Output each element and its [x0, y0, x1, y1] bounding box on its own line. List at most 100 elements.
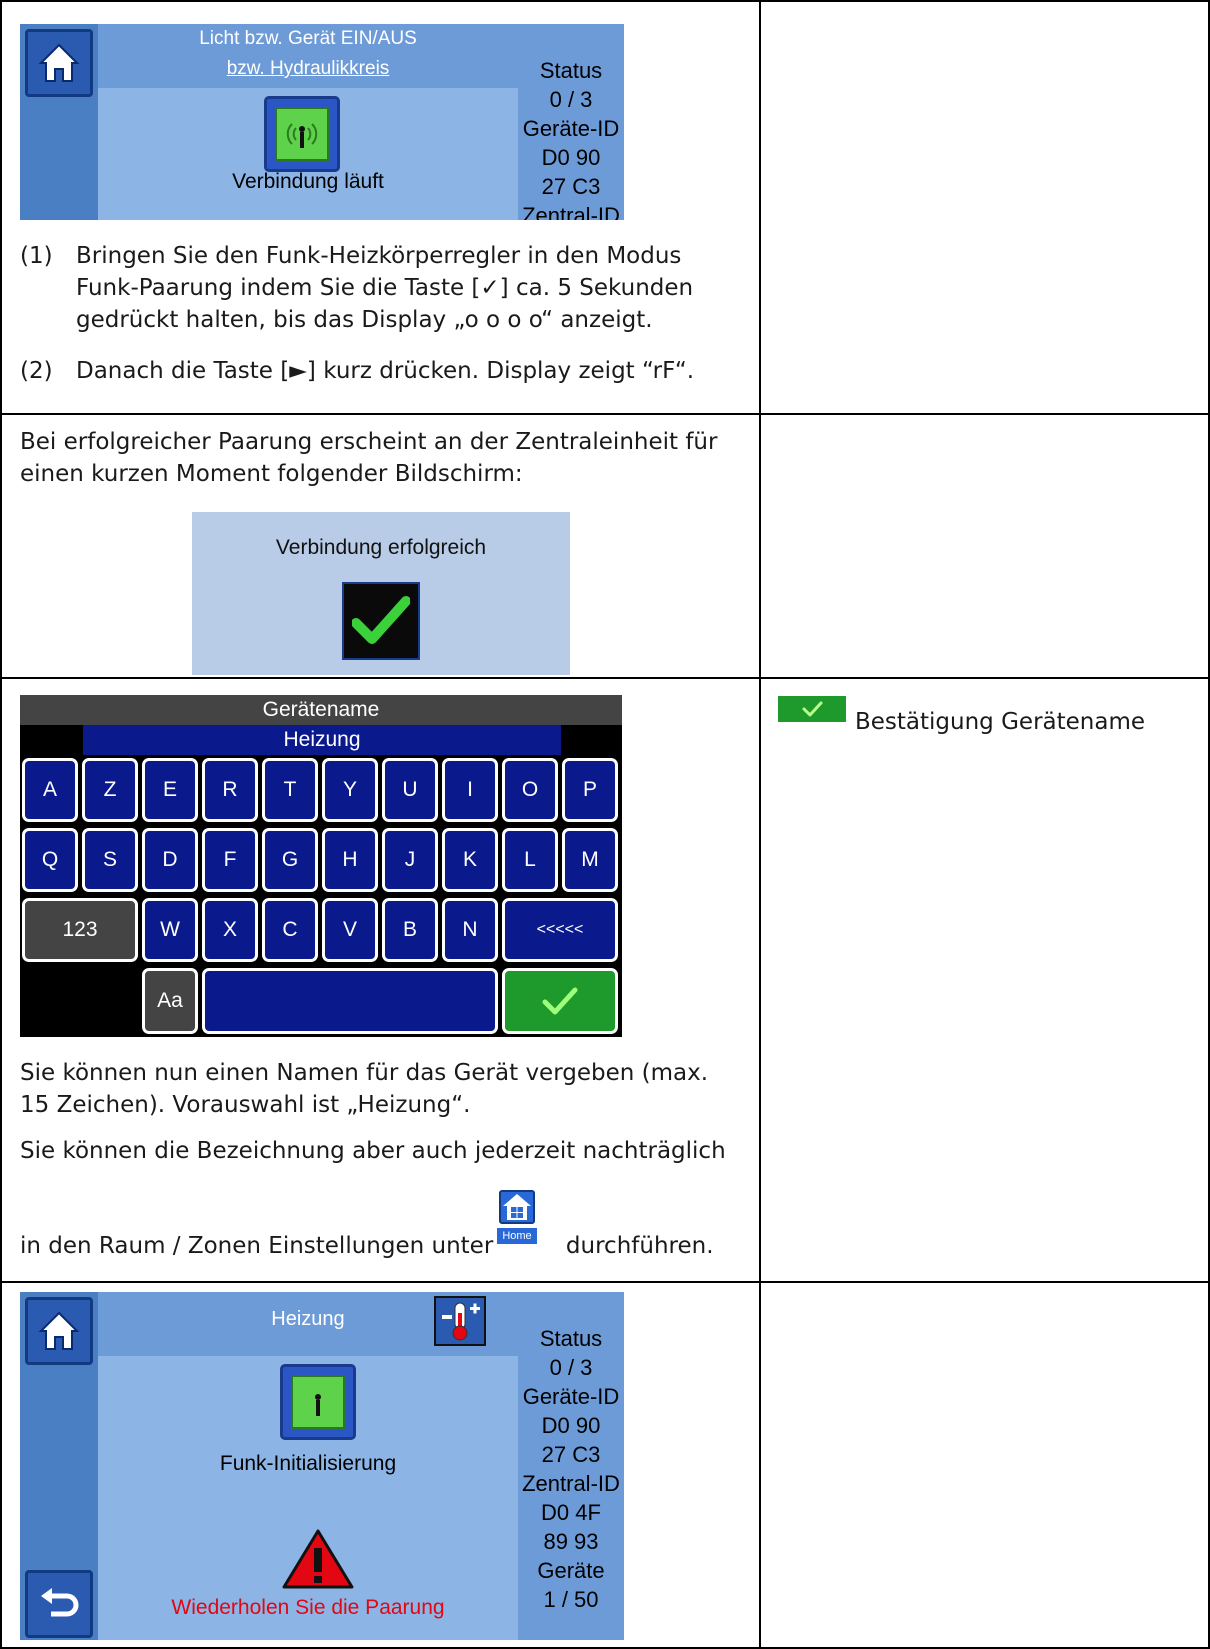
step-2-number: (2)	[20, 358, 53, 384]
repeat-pairing-warning: Wiederholen Sie die Paarung	[171, 1596, 445, 1619]
key-j[interactable]: J	[382, 828, 438, 892]
status-line: 0 / 3	[549, 87, 593, 112]
home-grid-icon	[499, 1190, 535, 1224]
status-line: Zentral-ID	[522, 203, 620, 220]
backspace-key[interactable]: <<<<<	[502, 898, 618, 962]
confirm-device-name-text: Bestätigung Gerätename	[855, 709, 1146, 735]
home-button[interactable]	[25, 1297, 93, 1365]
title-line-2: bzw. Hydraulikkreis	[226, 58, 390, 79]
key-numbers[interactable]: 123	[22, 898, 138, 962]
success-intro-text: Bei erfolgreicher Paarung erscheint an d…	[20, 426, 750, 490]
key-p[interactable]: P	[562, 758, 618, 822]
thermometer-icon[interactable]	[434, 1296, 486, 1346]
key-z[interactable]: Z	[82, 758, 138, 822]
key-w[interactable]: W	[142, 898, 198, 962]
radio-device-icon	[291, 1375, 345, 1429]
key-r[interactable]: R	[202, 758, 258, 822]
status-line: D0 90	[541, 145, 601, 170]
pairing-error-screen: Heizung Funk-Initialisierung Wiederholen…	[20, 1292, 624, 1640]
back-button[interactable]	[25, 1570, 93, 1638]
status-line: Geräte-ID	[522, 1384, 620, 1409]
key-g[interactable]: G	[262, 828, 318, 892]
key-x[interactable]: X	[202, 898, 258, 962]
status-line: 1 / 50	[543, 1587, 599, 1612]
check-icon	[542, 987, 578, 1015]
home-icon	[38, 43, 80, 82]
keyboard-title: Gerätename	[20, 695, 622, 725]
radio-pairing-button[interactable]	[264, 96, 340, 172]
table-row-divider	[0, 677, 1210, 679]
radio-signal-icon	[275, 107, 329, 161]
settings-instruction-line: in den Raum / Zonen Einstellungen unter …	[20, 1230, 714, 1262]
table-border-top	[0, 0, 1210, 2]
home-icon	[38, 1311, 80, 1350]
device-name-keyboard: Gerätename Heizung A Z E R T Y U I O P Q…	[20, 695, 622, 1037]
home-button[interactable]	[25, 29, 93, 97]
step-2-text: Danach die Taste [►] kurz drücken. Displ…	[76, 358, 695, 384]
text-line: Bei erfolgreicher Paarung erscheint an d…	[20, 429, 718, 455]
status-line: D0 90	[541, 1413, 601, 1438]
key-t[interactable]: T	[262, 758, 318, 822]
success-check-icon	[342, 582, 420, 660]
step-1-text: Bringen Sie den Funk-Heizkörperregler in…	[76, 240, 746, 336]
confirm-key-icon	[778, 696, 846, 722]
status-line: Geräte	[537, 1558, 605, 1583]
key-q[interactable]: Q	[22, 828, 78, 892]
key-e[interactable]: E	[142, 758, 198, 822]
status-panel: Status 0 / 3 Geräte-ID D0 90 27 C3 Zentr…	[518, 1292, 624, 1640]
table-column-divider	[759, 0, 761, 1649]
status-line: 27 C3	[541, 174, 601, 199]
step-1-line: gedrückt halten, bis das Display „o o o …	[76, 307, 653, 333]
key-v[interactable]: V	[322, 898, 378, 962]
table-row-divider	[0, 413, 1210, 415]
room-zone-settings-icon: Home	[497, 1190, 537, 1248]
success-label: Verbindung erfolgreich	[275, 536, 487, 559]
text-line: Sie können nun einen Namen für das Gerät…	[20, 1060, 709, 1086]
back-arrow-icon	[41, 1588, 79, 1617]
step-1-line: Funk-Paarung indem Sie die Taste [✓] ca.…	[76, 275, 694, 301]
device-name-input[interactable]: Heizung	[83, 725, 561, 755]
warning-icon	[282, 1528, 354, 1590]
text-segment: in den Raum / Zonen Einstellungen unter	[20, 1233, 494, 1259]
text-line: Sie können die Bezeichnung aber auch jed…	[20, 1138, 726, 1164]
key-h[interactable]: H	[322, 828, 378, 892]
key-a[interactable]: A	[22, 758, 78, 822]
step-1-number: (1)	[20, 243, 53, 269]
success-screen: Verbindung erfolgreich	[192, 512, 570, 675]
confirm-key[interactable]	[502, 968, 618, 1034]
home-icon-label: Home	[497, 1228, 537, 1244]
key-d[interactable]: D	[142, 828, 198, 892]
text-line: 15 Zeichen). Vorauswahl ist „Heizung“.	[20, 1092, 471, 1118]
key-l[interactable]: L	[502, 828, 558, 892]
key-m[interactable]: M	[562, 828, 618, 892]
connecting-screen: Licht bzw. Gerät EIN/AUS bzw. Hydraulikk…	[20, 24, 624, 220]
status-line: 27 C3	[541, 1442, 601, 1467]
space-key[interactable]	[202, 968, 498, 1034]
table-border-left	[0, 0, 2, 1649]
status-line: Status	[539, 58, 603, 83]
key-y[interactable]: Y	[322, 758, 378, 822]
step-1-line: Bringen Sie den Funk-Heizkörperregler in…	[76, 243, 682, 269]
status-line: Zentral-ID	[522, 1471, 620, 1496]
text-segment: durchführen.	[565, 1233, 714, 1259]
key-c[interactable]: C	[262, 898, 318, 962]
status-panel: Status 0 / 3 Geräte-ID D0 90 27 C3 Zentr…	[518, 24, 624, 220]
init-label: Funk-Initialisierung	[219, 1452, 397, 1475]
key-o[interactable]: O	[502, 758, 558, 822]
key-f[interactable]: F	[202, 828, 258, 892]
text-line: einen kurzen Moment folgender Bildschirm…	[20, 461, 523, 487]
case-toggle-key[interactable]: Aa	[142, 968, 198, 1034]
status-line: D0 4F	[541, 1500, 601, 1525]
key-k[interactable]: K	[442, 828, 498, 892]
radio-init-button[interactable]	[280, 1364, 356, 1440]
key-b[interactable]: B	[382, 898, 438, 962]
key-n[interactable]: N	[442, 898, 498, 962]
key-i[interactable]: I	[442, 758, 498, 822]
name-instructions-text: Sie können nun einen Namen für das Gerät…	[20, 1057, 755, 1167]
title-line-1: Licht bzw. Gerät EIN/AUS	[199, 28, 417, 49]
key-s[interactable]: S	[82, 828, 138, 892]
key-u[interactable]: U	[382, 758, 438, 822]
status-line: 0 / 3	[549, 1355, 593, 1380]
document-page: Licht bzw. Gerät EIN/AUS bzw. Hydraulikk…	[0, 0, 1210, 1649]
table-row-divider	[0, 1281, 1210, 1283]
